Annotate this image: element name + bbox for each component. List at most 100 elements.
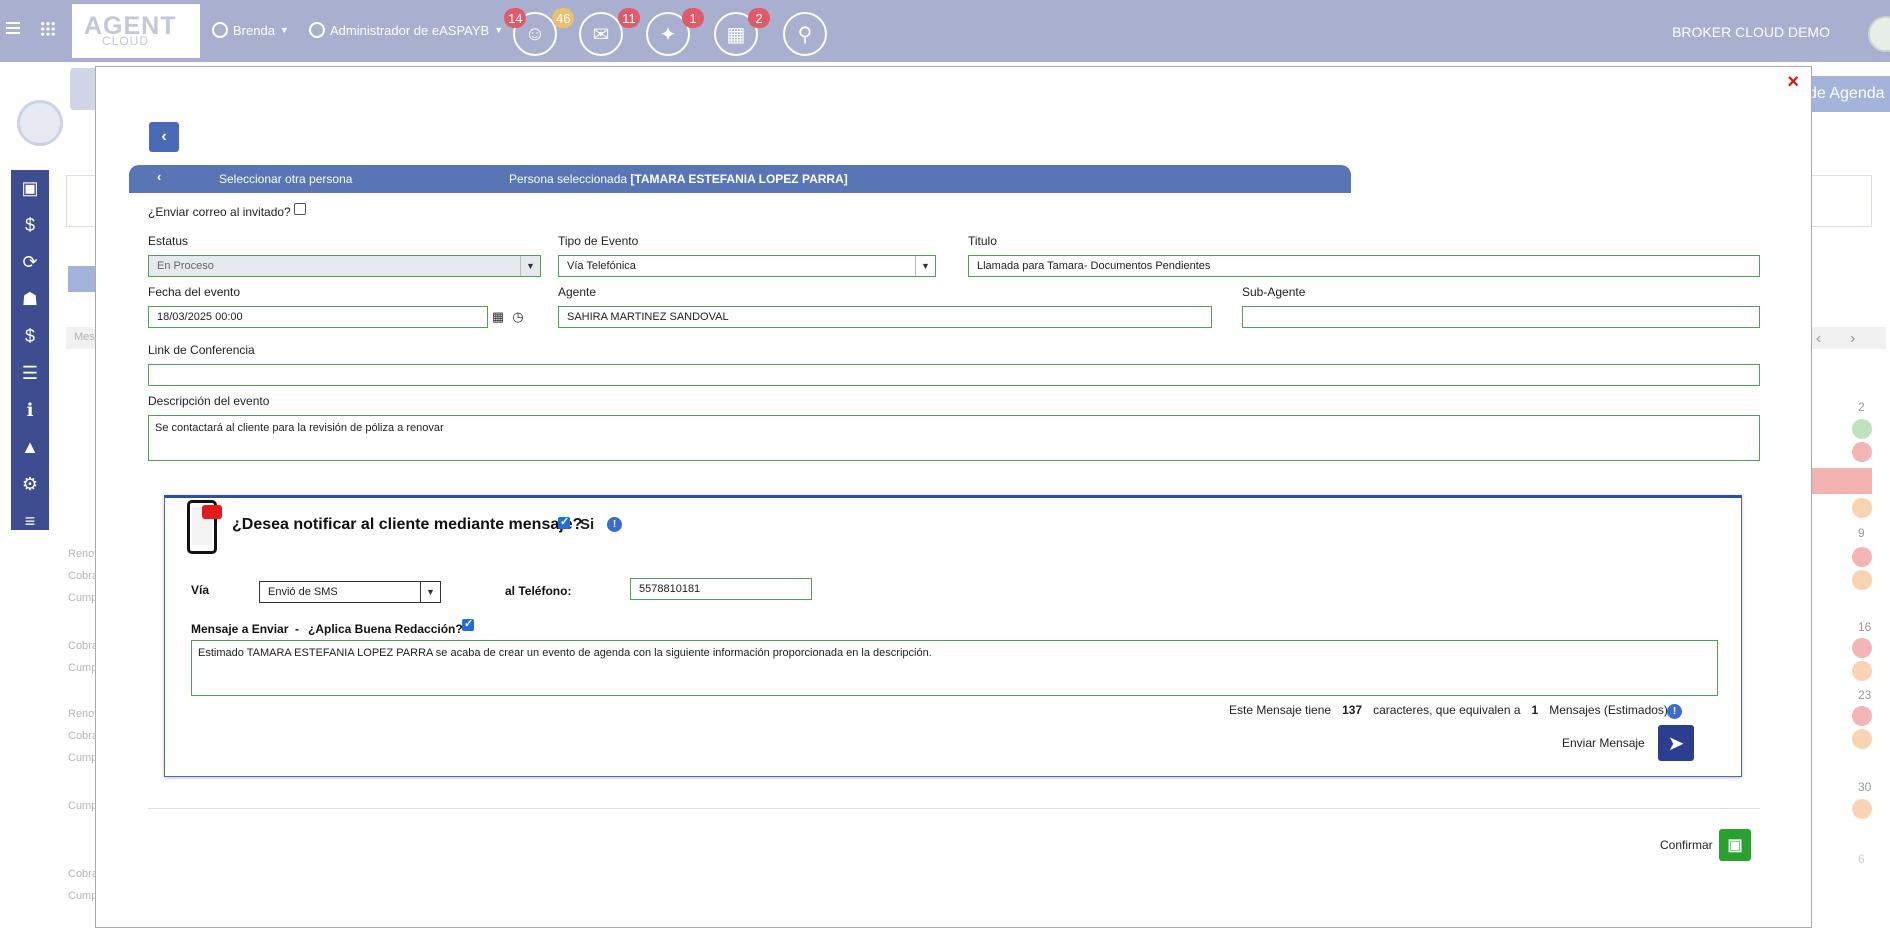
next-arrow-icon[interactable]: ›: [1850, 330, 1855, 348]
title-input[interactable]: Llamada para Tamara- Documentos Pendient…: [968, 255, 1760, 277]
notify-checkbox[interactable]: [558, 515, 570, 529]
prev-arrow-icon[interactable]: ‹: [1816, 330, 1821, 348]
money-bag-icon: $: [24, 215, 35, 235]
select-other-person-link[interactable]: Seleccionar otra persona: [219, 172, 352, 186]
paper-plane-icon: ➤: [1667, 732, 1685, 755]
notify-question: ¿Desea notificar al cliente mediante men…: [232, 516, 583, 533]
calendar-entry[interactable]: Cump: [68, 662, 97, 674]
search-user-button[interactable]: ⚲: [783, 12, 827, 56]
role-name: Administrador de eASPAYB: [330, 22, 490, 38]
cycle-icon: ⟳: [22, 252, 38, 272]
message-label: Mensaje a Enviar: [191, 622, 289, 636]
search-user-icon: ⚲: [797, 23, 813, 46]
count-messages: 1: [1531, 703, 1539, 717]
sidebar-item-add-list[interactable]: ≡: [11, 503, 49, 540]
background-button[interactable]: [68, 266, 98, 292]
mail-badge: 11: [618, 8, 640, 28]
logo-subtext: CLOUD: [102, 34, 150, 48]
sidebar-item-settings[interactable]: ⚙: [11, 466, 49, 503]
message-count: Este Mensaje tiene 137 caracteres, que e…: [1229, 703, 1668, 717]
calendar-entry[interactable]: Cobra: [68, 570, 98, 582]
day-number: 6: [1858, 852, 1865, 866]
description-textarea[interactable]: Se contactará al cliente para la revisió…: [148, 415, 1760, 461]
send-message-button[interactable]: ➤: [1658, 725, 1694, 761]
status-dot-icon: [1852, 419, 1872, 439]
day-number: 2: [1858, 400, 1865, 414]
calendar-icon[interactable]: ▦: [490, 309, 506, 325]
calendar-entry[interactable]: Cump: [68, 752, 97, 764]
phone-message-icon: [187, 500, 222, 554]
agent-input[interactable]: SAHIRA MARTINEZ SANDOVAL: [558, 306, 1212, 328]
agenda-illustration-icon: [70, 68, 98, 110]
view-month-label[interactable]: Mes: [74, 331, 95, 343]
back-button[interactable]: ‹: [149, 122, 179, 152]
date-input[interactable]: 18/03/2025 00:00: [148, 306, 488, 328]
sub-agent-input[interactable]: [1242, 306, 1760, 328]
date-label: Fecha del evento: [148, 285, 241, 299]
calendar-entry[interactable]: Cump: [68, 800, 97, 812]
chevron-left-icon[interactable]: ‹: [157, 169, 161, 184]
event-type-select[interactable]: Vía Telefónica ▼: [558, 255, 936, 277]
grammar-checkbox[interactable]: [462, 617, 474, 631]
conference-label: Link de Conferencia: [148, 343, 255, 357]
user-menu[interactable]: Brenda ▼: [212, 22, 289, 38]
status-dot-icon: [1852, 638, 1872, 658]
status-dot-icon: [1852, 570, 1872, 590]
grammar-label: ¿Aplica Buena Redacción?: [308, 622, 463, 636]
conference-input[interactable]: [148, 364, 1760, 386]
calendar-entry[interactable]: Cump: [68, 890, 97, 902]
description-value: Se contactará al cliente para la revisió…: [155, 422, 444, 434]
clock-icon[interactable]: ◷: [510, 309, 526, 325]
chevron-down-icon: ▼: [494, 25, 504, 35]
calendar-badge: 2: [748, 8, 770, 28]
title-label: Titulo: [968, 234, 997, 248]
calendar-entry[interactable]: Cobra: [68, 640, 98, 652]
avatar[interactable]: [1868, 16, 1890, 52]
send-mail-checkbox[interactable]: [294, 203, 306, 215]
calendar-entry[interactable]: Cump: [68, 592, 97, 604]
count-suffix: Mensajes (Estimados): [1549, 703, 1668, 717]
sidebar-item-presentation[interactable]: ▣: [11, 170, 49, 207]
sidebar-item-cycle[interactable]: ⟳: [11, 244, 49, 281]
menu-icon[interactable]: [6, 22, 20, 34]
confirm-label: Confirmar: [1660, 838, 1713, 852]
sidebar-item-warning[interactable]: ▲: [11, 429, 49, 466]
chevron-down-icon: ▼: [279, 25, 289, 35]
sidebar-item-list[interactable]: ☰: [11, 355, 49, 392]
status-select[interactable]: En Proceso ▼: [148, 255, 541, 277]
calendar-event-bar[interactable]: [1812, 468, 1872, 494]
contacts-icon: ☺: [524, 22, 546, 45]
sidebar-item-handshake[interactable]: ☗: [11, 281, 49, 318]
close-icon[interactable]: ×: [1787, 71, 1799, 94]
message-textarea[interactable]: Estimado TAMARA ESTEFANIA LOPEZ PARRA se…: [191, 640, 1718, 696]
calendar-entry[interactable]: Cobra: [68, 868, 98, 880]
info-icon: ℹ: [26, 400, 34, 420]
day-number: 16: [1858, 620, 1872, 634]
agenda-help-icon[interactable]: [17, 100, 63, 146]
info-icon[interactable]: !: [1667, 704, 1682, 719]
mail-button[interactable]: ✉: [579, 12, 623, 56]
phone-input[interactable]: 5578810181: [630, 578, 812, 600]
message-value: Estimado TAMARA ESTEFANIA LOPEZ PARRA se…: [198, 647, 932, 659]
status-label: Estatus: [148, 234, 189, 248]
sidebar-item-info[interactable]: ℹ: [11, 392, 49, 429]
via-label: Vía: [191, 583, 210, 597]
add-list-icon: ≡: [24, 511, 36, 531]
apps-grid-icon[interactable]: [40, 21, 56, 37]
via-select[interactable]: Envió de SMS ▼: [259, 581, 441, 603]
calendar-entry[interactable]: Cobra: [68, 730, 98, 742]
day-number: 30: [1858, 780, 1872, 794]
send-message-label: Enviar Mensaje: [1562, 736, 1645, 750]
confirm-button[interactable]: ▣: [1719, 829, 1751, 861]
sidebar-item-money[interactable]: $: [11, 207, 49, 244]
info-icon[interactable]: !: [607, 517, 622, 532]
via-value: Envió de SMS: [268, 586, 338, 598]
status-dot-icon: [1852, 799, 1872, 819]
handshake-icon: ☗: [21, 289, 39, 309]
event-type-value: Vía Telefónica: [567, 260, 636, 272]
role-menu[interactable]: Administrador de eASPAYB ▼: [309, 22, 503, 38]
warning-icon: ▲: [21, 437, 39, 457]
sidebar-item-invoice[interactable]: $: [11, 318, 49, 355]
logo[interactable]: AGENT CLOUD: [72, 4, 200, 58]
selected-person: Persona seleccionada [TAMARA ESTEFANIA L…: [509, 172, 848, 186]
